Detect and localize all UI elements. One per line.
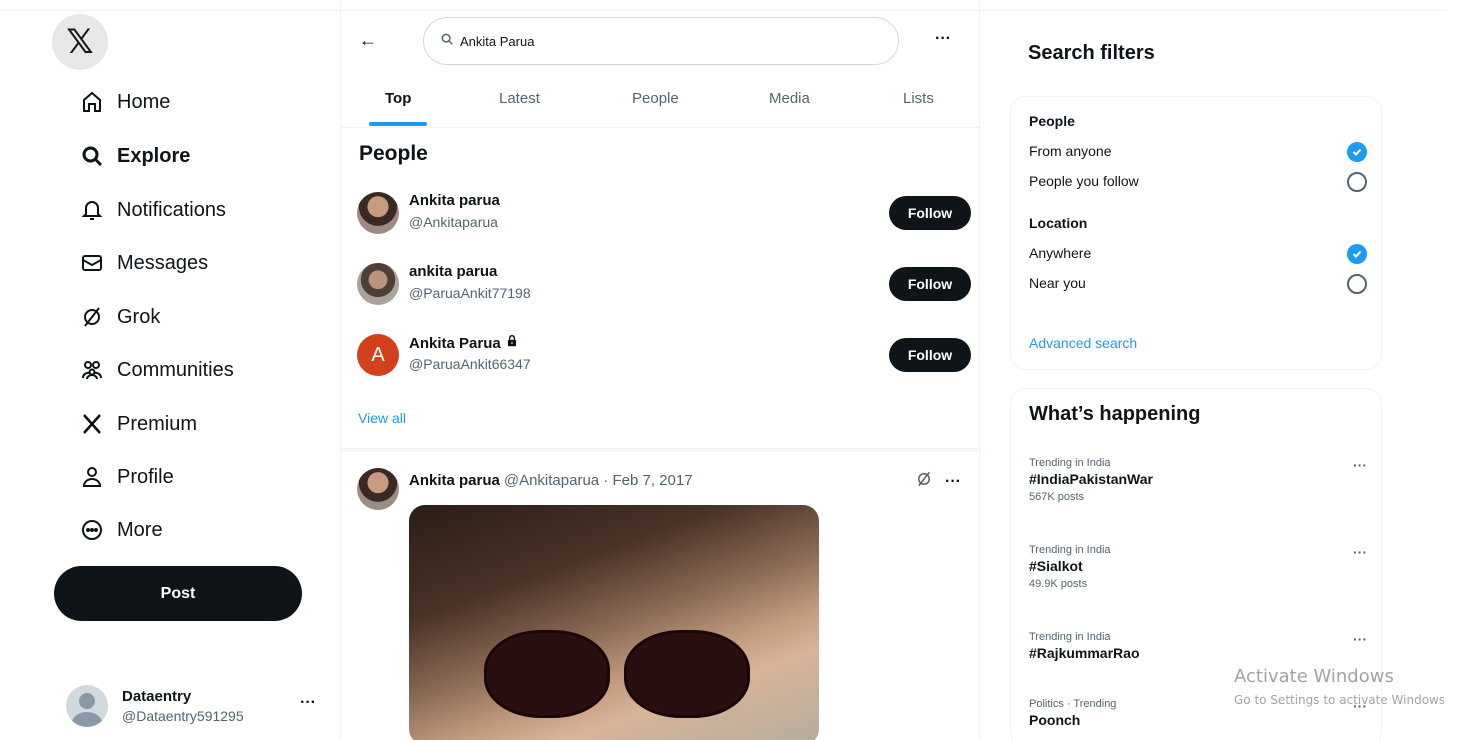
avatar: A [357,334,399,376]
more-icon[interactable]: ··· [300,694,316,712]
user-cell[interactable]: A Ankita Parua @ParuaAnkit66347 Follow [357,330,971,380]
user-handle: @ParuaAnkit77198 [409,285,531,301]
filter-anywhere[interactable]: Anywhere [1029,244,1367,264]
grok-icon[interactable] [915,470,933,493]
sidebar: 𝕏 Home Explore Notifications Messages Gr… [52,14,316,727]
sidebar-item-label: Profile [117,465,174,488]
more-icon[interactable]: ··· [1353,544,1367,560]
tweet-image[interactable] [409,505,819,740]
tweet-author-name[interactable]: Ankita parua [409,472,500,489]
tab-media[interactable]: Media [769,90,810,107]
home-icon [78,88,106,116]
grok-icon [78,303,106,331]
account-switcher[interactable]: Dataentry @Dataentry591295 ··· [66,684,326,728]
search-tabs: Top Latest People Media Lists [341,80,981,128]
avatar[interactable] [357,468,399,510]
filter-heading: Location [1029,215,1088,231]
filter-people-you-follow[interactable]: People you follow [1029,172,1367,192]
account-handle: @Dataentry591295 [122,708,244,724]
user-handle: @ParuaAnkit66347 [409,356,531,372]
follow-button[interactable]: Follow [889,338,971,372]
trend-item[interactable]: Trending in India #IndiaPakistanWar 567K… [1029,457,1367,503]
search-icon [440,32,454,51]
user-name: ankita parua [409,263,498,280]
section-title: People [359,142,428,165]
card-title: What’s happening [1029,403,1201,425]
avatar [357,192,399,234]
follow-button[interactable]: Follow [889,196,971,230]
x-logo[interactable]: 𝕏 [52,14,108,70]
tab-top[interactable]: Top [385,90,411,107]
envelope-icon [78,249,106,277]
sidebar-item-messages[interactable]: Messages [52,243,208,283]
sidebar-item-label: Explore [117,144,191,167]
avatar [357,263,399,305]
filter-near-you[interactable]: Near you [1029,274,1367,294]
more-icon[interactable]: ··· [945,473,961,491]
back-arrow-icon[interactable]: ← [359,30,377,51]
radio-unchecked-icon[interactable] [1347,274,1367,294]
card-title: Search filters [1028,42,1155,64]
x-logo-icon [78,410,106,438]
bell-icon [78,196,106,224]
user-name: Ankita parua [409,192,500,209]
sidebar-item-label: Premium [117,412,198,435]
search-input[interactable] [460,33,860,49]
search-icon [78,142,106,170]
filter-heading: People [1029,113,1075,129]
avatar [66,685,108,727]
more-circle-icon [78,516,106,544]
tab-latest[interactable]: Latest [499,90,540,107]
tab-people[interactable]: People [632,90,679,107]
more-icon[interactable]: ··· [1353,457,1367,473]
tab-lists[interactable]: Lists [903,90,934,107]
post-button[interactable]: Post [54,566,302,621]
main-column: ← ··· Top Latest People Media Lists Peop… [340,0,981,740]
sidebar-item-label: More [117,518,163,541]
radio-checked-icon[interactable] [1347,142,1367,162]
more-icon[interactable]: ··· [1353,631,1367,647]
sidebar-item-label: Messages [117,251,209,274]
filter-from-anyone[interactable]: From anyone [1029,142,1367,162]
active-tab-indicator [369,122,427,126]
sidebar-item-label: Grok [117,305,161,328]
search-filters-card: People From anyone People you follow Loc… [1010,96,1382,370]
user-handle: @Ankitaparua [409,214,498,230]
trend-item[interactable]: Trending in India #RajkummarRao ··· [1029,631,1367,661]
sidebar-item-profile[interactable]: Profile [52,457,174,497]
sidebar-item-label: Communities [117,358,234,381]
communities-icon [78,356,106,384]
sidebar-item-home[interactable]: Home [52,82,170,122]
lock-icon [505,334,519,352]
sidebar-item-notifications[interactable]: Notifications [52,190,226,230]
user-cell[interactable]: ankita parua @ParuaAnkit77198 Follow [357,259,971,309]
advanced-search-link[interactable]: Advanced search [1029,335,1137,351]
sidebar-item-communities[interactable]: Communities [52,350,234,390]
sidebar-item-more[interactable]: More [52,510,163,550]
search-filters-header: Search filters [1010,26,1382,78]
search-box[interactable] [423,17,899,65]
user-cell[interactable]: Ankita parua @Ankitaparua Follow [357,188,971,238]
sunglasses-photo [484,630,750,720]
person-icon [78,463,106,491]
windows-activation-watermark: Activate Windows Go to Settings to activ… [1234,666,1444,707]
sidebar-item-premium[interactable]: Premium [52,404,197,444]
follow-button[interactable]: Follow [889,267,971,301]
user-name: Ankita Parua [409,334,501,352]
tweet-actions: ··· [915,470,961,493]
radio-checked-icon[interactable] [1347,244,1367,264]
divider [341,448,981,452]
tweet-meta: @Ankitaparua · Feb 7, 2017 [503,472,693,489]
sidebar-item-grok[interactable]: Grok [52,297,160,337]
sidebar-item-label: Notifications [117,198,226,221]
trend-item[interactable]: Trending in India #Sialkot 49.9K posts ·… [1029,544,1367,590]
tweet-header: Ankita parua @Ankitaparua · Feb 7, 2017 [409,472,693,489]
account-name: Dataentry [122,688,192,705]
sidebar-item-label: Home [117,90,171,113]
more-icon[interactable]: ··· [935,30,951,48]
sidebar-item-explore[interactable]: Explore [52,136,190,176]
radio-unchecked-icon[interactable] [1347,172,1367,192]
view-all-link[interactable]: View all [358,410,406,426]
